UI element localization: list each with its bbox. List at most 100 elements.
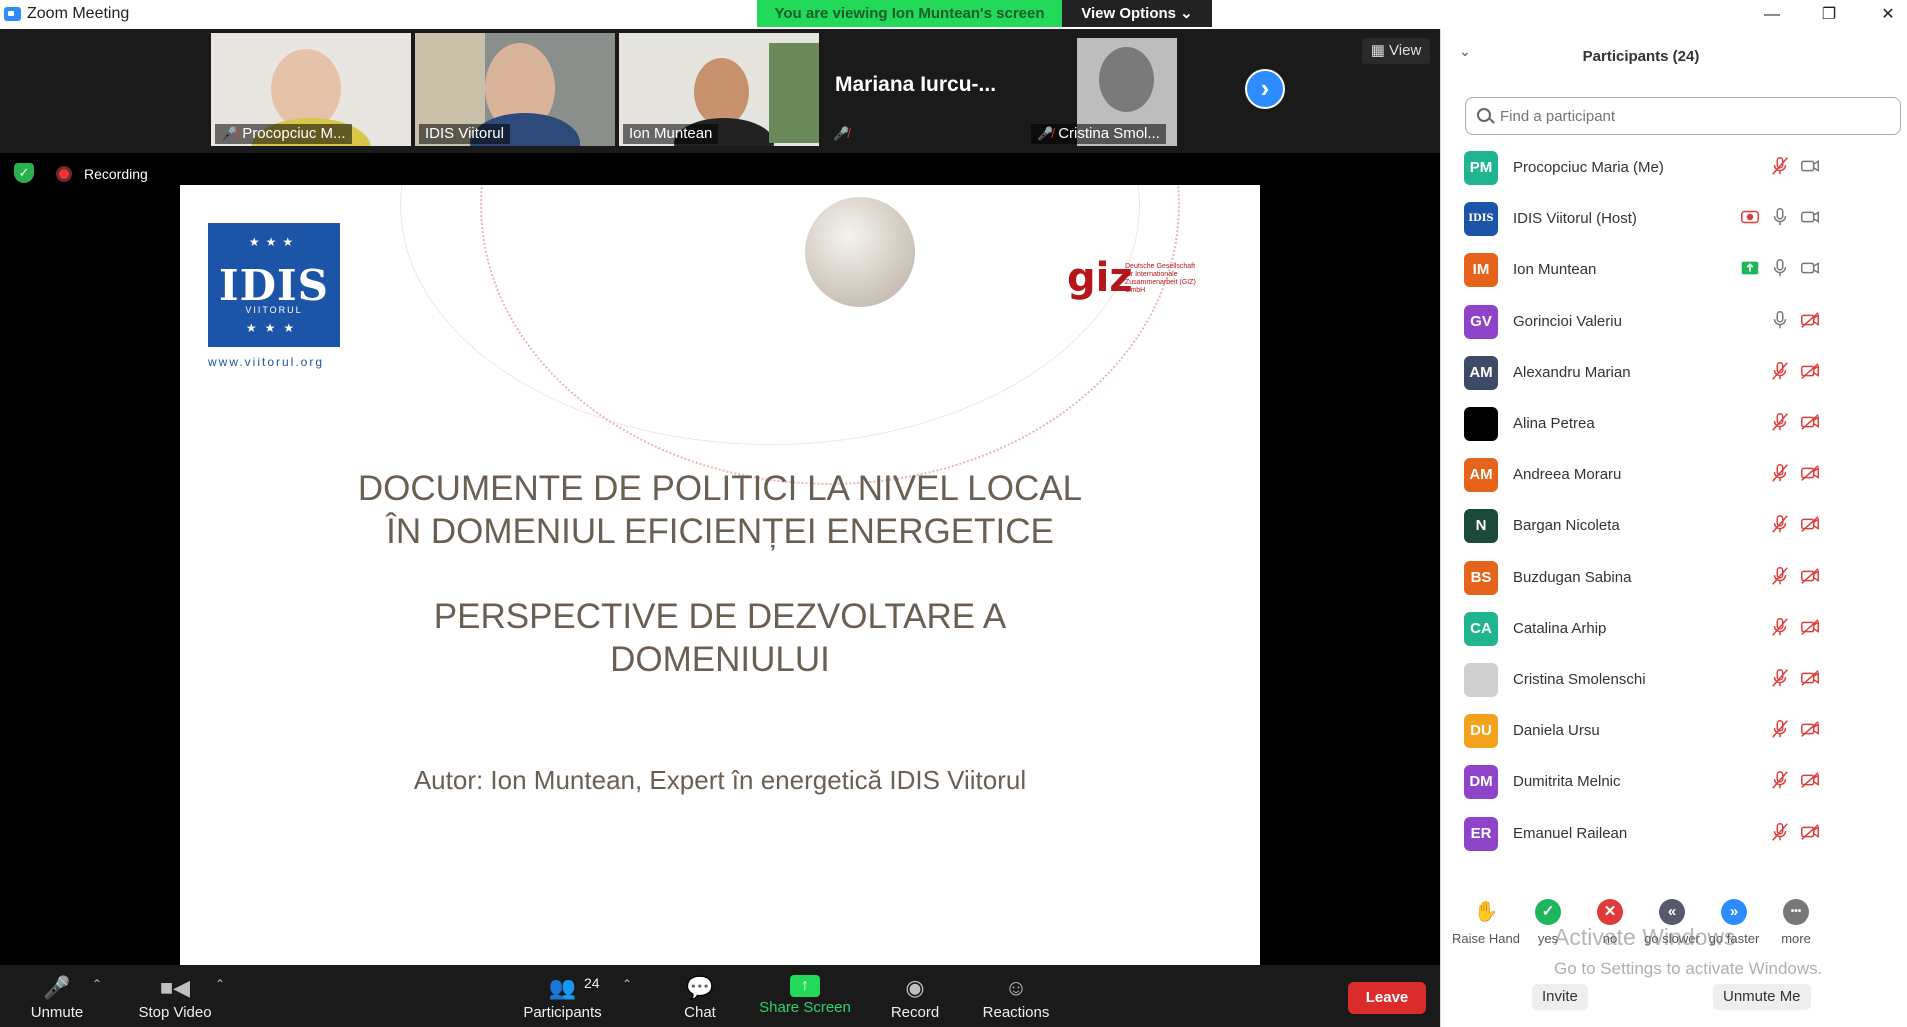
reaction-raise-hand-button[interactable]: ✋ Raise Hand <box>1451 899 1521 946</box>
avatar: BS <box>1464 560 1498 595</box>
windows-watermark-subtitle: Go to Settings to activate Windows. <box>1554 959 1823 978</box>
participant-name: Cristina Smolenschi <box>1513 671 1646 688</box>
share-screen-button[interactable]: ↑ Share Screen <box>755 965 855 1027</box>
participant-row[interactable]: N Bargan Nicoleta <box>1441 501 1907 552</box>
video-strip: 🎤̸ Procopciuc M... IDIS Viitorul Ion Munt… <box>0 29 1440 153</box>
participant-row[interactable]: IM Ion Muntean <box>1441 245 1907 296</box>
avatar: GV <box>1464 304 1498 339</box>
view-button[interactable]: ▦ View <box>1362 38 1430 64</box>
participant-video <box>271 49 341 129</box>
audio-options-caret-icon[interactable]: ⌃ <box>92 977 102 991</box>
mic-muted-icon <box>1769 155 1793 179</box>
recording-icon <box>56 166 72 182</box>
restore-button[interactable]: ❐ <box>1806 0 1852 29</box>
participant-name: Buzdugan Sabina <box>1513 568 1632 586</box>
meeting-toolbar: 🎤 Unmute ⌃ ■◀ Stop Video ⌃ 👥 Participant… <box>0 965 1440 1027</box>
participant-video <box>694 58 749 126</box>
participant-row[interactable]: Cristina Smolenschi <box>1441 655 1907 706</box>
participant-photo <box>1099 47 1154 112</box>
video-camera-icon <box>1799 155 1823 179</box>
participant-name: Andreea Moraru <box>1513 466 1622 484</box>
video-tile[interactable]: 🎤̸ Procopciuc M... <box>211 33 411 146</box>
mic-icon <box>1769 309 1793 333</box>
giz-subtitle: Deutsche Gesellschaft für Internationale… <box>1125 263 1196 294</box>
avatar: N <box>1464 509 1498 544</box>
participant-row[interactable]: IDIS IDIS Viitorul (Host) <box>1441 194 1907 245</box>
participant-row[interactable] <box>1441 860 1907 865</box>
avatar: IDIS <box>1464 202 1498 237</box>
recording-label: Recording <box>84 166 148 182</box>
tile-name: 🎤̸ Cristina Smol... <box>1031 124 1166 144</box>
participant-name: Alina Petrea <box>1513 415 1595 432</box>
avatar <box>1464 663 1498 697</box>
shield-icon[interactable]: ✓ <box>14 163 34 183</box>
participant-name: Catalina Arhip <box>1513 619 1607 637</box>
participants-count: 24 <box>584 975 600 991</box>
participants-caret-icon[interactable]: ⌃ <box>622 977 632 991</box>
participants-panel: ⌄ Participants (24) PMProcopciuc Maria (… <box>1440 29 1907 1027</box>
zoom-window: Zoom Meeting You are viewing Ion Muntean… <box>0 0 1907 1027</box>
minimize-button[interactable]: — <box>1749 0 1795 29</box>
participant-row[interactable]: Alina Petrea <box>1441 399 1907 450</box>
share-arrow-icon: ↑ <box>790 975 820 997</box>
video-tile[interactable]: IDIS Viitorul <box>415 33 615 146</box>
mic-muted-icon <box>1769 616 1793 640</box>
mic-muted-icon <box>1769 513 1793 537</box>
participant-row[interactable]: PM Procopciuc Maria (Me) <box>1441 143 1907 194</box>
tile-name: Ion Muntean <box>623 124 719 144</box>
next-page-arrow-icon[interactable]: › <box>1245 69 1285 109</box>
panel-title: Participants (24) <box>1582 48 1700 65</box>
participant-name: Procopciuc Maria (Me) <box>1513 159 1664 176</box>
avatar: AM <box>1464 458 1498 493</box>
video-off-icon <box>1799 565 1823 589</box>
video-off-icon <box>1799 667 1823 691</box>
unmute-button[interactable]: 🎤 Unmute <box>20 965 94 1027</box>
viewing-banner: You are viewing Ion Muntean's screen <box>757 0 1062 27</box>
invite-button[interactable]: Invite <box>1532 984 1588 1010</box>
participant-row[interactable]: ER Emanuel Railean <box>1441 809 1907 860</box>
video-options-caret-icon[interactable]: ⌃ <box>215 977 225 991</box>
video-tile[interactable]: Mariana Iurcu-... 🎤̸ <box>823 33 1023 146</box>
yes-icon: ✓ <box>1535 899 1561 925</box>
participant-search-input[interactable] <box>1465 97 1901 135</box>
participant-name: IDIS Viitorul (Host) <box>1513 210 1637 228</box>
participant-row[interactable]: CA Catalina Arhip <box>1441 604 1907 655</box>
avatar: PM <box>1464 151 1498 185</box>
mic-icon <box>1769 206 1793 230</box>
stop-video-button[interactable]: ■◀ Stop Video <box>130 965 220 1027</box>
avatar <box>1464 407 1498 441</box>
participant-row[interactable]: AM Andreea Moraru <box>1441 450 1907 501</box>
record-icon: ◉ <box>905 975 925 1000</box>
leave-button[interactable]: Leave <box>1348 982 1426 1014</box>
search-icon <box>1477 108 1491 122</box>
record-button[interactable]: ◉ Record <box>885 965 945 1027</box>
view-options-button[interactable]: View Options ⌄ <box>1062 0 1212 27</box>
recording-icon <box>1739 206 1763 230</box>
more-icon: ••• <box>1783 899 1809 925</box>
participants-list: PM Procopciuc Maria (Me) IDIS IDIS Viitorul… <box>1441 143 1907 865</box>
participant-row[interactable]: DM Dumitrita Melnic <box>1441 757 1907 808</box>
video-tile[interactable]: Ion Muntean <box>619 33 819 146</box>
title-bar: Zoom Meeting You are viewing Ion Muntean… <box>0 0 1907 29</box>
reaction-more-button[interactable]: ••• more <box>1761 899 1831 946</box>
chevron-down-icon: ⌄ <box>1180 5 1193 22</box>
idis-logo: ★★★ IDIS VIITORUL ★★★ <box>208 223 340 347</box>
giz-logo: giz <box>1067 255 1133 301</box>
video-off-icon <box>1799 769 1823 793</box>
unmute-me-button[interactable]: Unmute Me <box>1713 984 1811 1010</box>
participant-row[interactable]: GV Gorincioi Valeriu <box>1441 297 1907 348</box>
participant-name: Alexandru Marian <box>1513 363 1631 381</box>
video-tile[interactable]: 🎤̸ Cristina Smol... <box>1027 33 1227 146</box>
close-button[interactable]: ✕ <box>1865 0 1907 29</box>
mic-muted-icon <box>1769 667 1793 691</box>
reactions-button[interactable]: ☺ Reactions <box>975 965 1057 1027</box>
raise-hand-icon: ✋ <box>1473 901 1499 923</box>
avatar: DM <box>1464 765 1498 800</box>
participant-row[interactable]: AM Alexandru Marian <box>1441 348 1907 399</box>
mic-muted-icon: 🎤 <box>43 975 71 1000</box>
mic-muted-icon: 🎤̸ <box>221 126 238 141</box>
chat-button[interactable]: 💬 Chat <box>670 965 730 1027</box>
participant-row[interactable]: BS Buzdugan Sabina <box>1441 553 1907 604</box>
windows-watermark-title: Activate Windows <box>1554 924 1736 950</box>
participant-row[interactable]: DU Daniela Ursu <box>1441 706 1907 757</box>
